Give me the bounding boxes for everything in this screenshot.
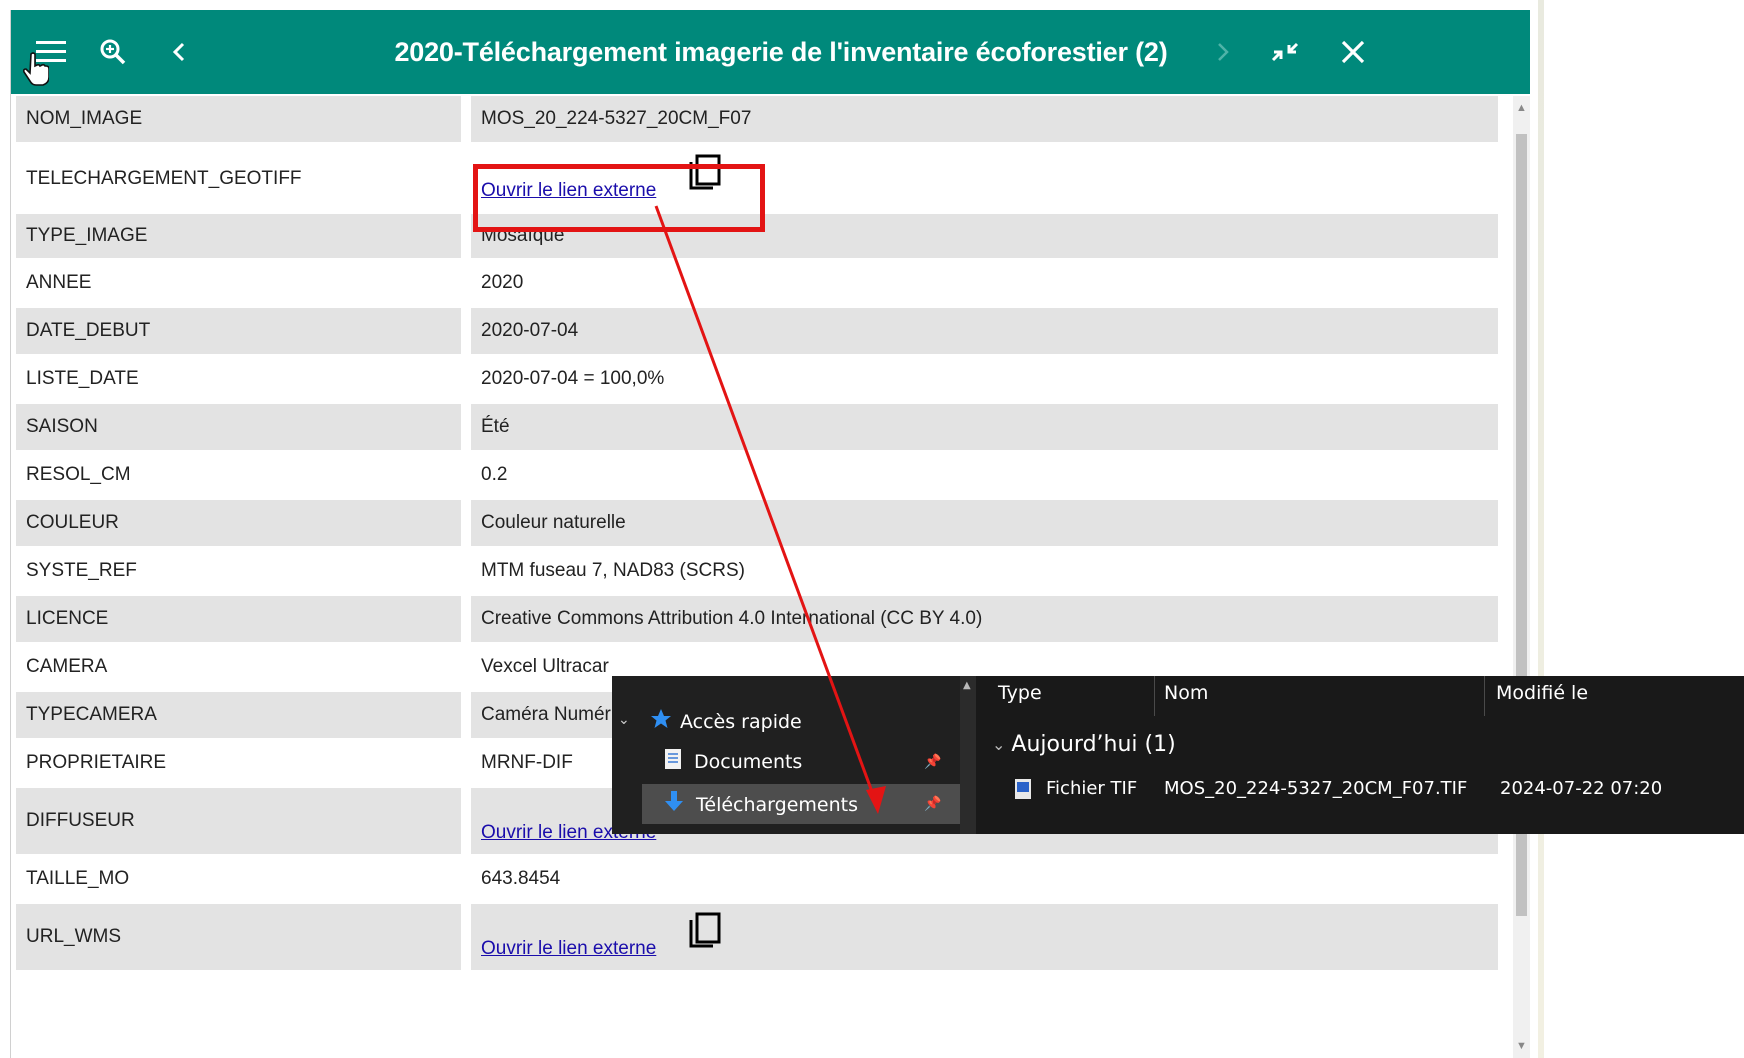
cursor-hand-icon bbox=[22, 52, 50, 91]
attribute-name: DATE_DEBUT bbox=[16, 308, 461, 354]
chevron-down-icon: ⌄ bbox=[992, 735, 1006, 754]
table-row: LICENCE Creative Commons Attribution 4.0… bbox=[16, 596, 1498, 642]
copy-icon[interactable] bbox=[688, 912, 722, 956]
file-modified: 2024-07-22 07:20 bbox=[1500, 778, 1663, 799]
column-modified[interactable]: Modifié le bbox=[1496, 682, 1588, 704]
attribute-value: 2020-07-04 = 100,0% bbox=[471, 356, 1498, 402]
attribute-value: 0.2 bbox=[471, 452, 1498, 498]
attribute-name: TYPECAMERA bbox=[16, 692, 461, 738]
explorer-navigation-pane: ⌄ Accès rapide Documents 📌 Téléchargemen… bbox=[612, 676, 976, 834]
attribute-name: LICENCE bbox=[16, 596, 461, 642]
zoom-icon[interactable] bbox=[93, 32, 133, 72]
attribute-name: RESOL_CM bbox=[16, 452, 461, 498]
table-row: TYPE_IMAGE Mosaïque bbox=[16, 214, 1498, 258]
scroll-up-icon[interactable]: ▲ bbox=[963, 680, 971, 691]
table-row: NOM_IMAGE MOS_20_224-5327_20CM_F07 bbox=[16, 96, 1498, 142]
table-row: TELECHARGEMENT_GEOTIFF Ouvrir le lien ex… bbox=[16, 146, 1498, 212]
attribute-value: Couleur naturelle bbox=[471, 500, 1498, 546]
star-icon bbox=[650, 708, 672, 735]
explorer-file-pane: Type Nom Modifié le ⌄ Aujourd’hui (1) Fi… bbox=[976, 676, 1744, 834]
column-name[interactable]: Nom bbox=[1164, 682, 1208, 704]
pin-icon[interactable]: 📌 bbox=[924, 796, 941, 812]
attribute-name: COULEUR bbox=[16, 500, 461, 546]
nav-downloads-label: Téléchargements bbox=[696, 793, 858, 816]
scroll-up-icon[interactable]: ▲ bbox=[1516, 102, 1527, 114]
attribute-name: CAMERA bbox=[16, 644, 461, 690]
attribute-value: Ouvrir le lien externe bbox=[471, 904, 1498, 970]
tif-file-icon bbox=[1014, 778, 1032, 804]
attribute-value: 643.8454 bbox=[471, 856, 1498, 902]
explorer-nav-scrollbar[interactable]: ▲ bbox=[960, 676, 976, 834]
attribute-name: TAILLE_MO bbox=[16, 856, 461, 902]
table-row: LISTE_DATE 2020-07-04 = 100,0% bbox=[16, 356, 1498, 402]
attribute-name: ANNEE bbox=[16, 260, 461, 306]
attribute-value: Été bbox=[471, 404, 1498, 450]
chevron-down-icon[interactable]: ⌄ bbox=[618, 712, 630, 728]
attribute-value: 2020-07-04 bbox=[471, 308, 1498, 354]
external-link-wms[interactable]: Ouvrir le lien externe bbox=[481, 938, 656, 960]
scroll-down-icon[interactable]: ▼ bbox=[1516, 1040, 1527, 1052]
table-row: SYSTE_REF MTM fuseau 7, NAD83 (SCRS) bbox=[16, 548, 1498, 594]
table-row: SAISON Été bbox=[16, 404, 1498, 450]
attribute-name: NOM_IMAGE bbox=[16, 96, 461, 142]
attribute-name: LISTE_DATE bbox=[16, 356, 461, 402]
column-separator bbox=[1484, 676, 1485, 716]
attribute-value: Mosaïque bbox=[471, 214, 1498, 258]
attribute-value: 2020 bbox=[471, 260, 1498, 306]
nav-documents-label: Documents bbox=[694, 750, 803, 773]
back-icon[interactable] bbox=[159, 32, 199, 72]
table-row: RESOL_CM 0.2 bbox=[16, 452, 1498, 498]
external-link-geotiff[interactable]: Ouvrir le lien externe bbox=[481, 180, 656, 202]
table-row: ANNEE 2020 bbox=[16, 260, 1498, 306]
table-row: COULEUR Couleur naturelle bbox=[16, 500, 1498, 546]
popup-titlebar: 2020-Téléchargement imagerie de l'invent… bbox=[11, 10, 1530, 94]
group-header-today[interactable]: ⌄ Aujourd’hui (1) bbox=[992, 732, 1176, 757]
attribute-value: Creative Commons Attribution 4.0 Interna… bbox=[471, 596, 1498, 642]
nav-quick-access-label: Accès rapide bbox=[680, 710, 802, 733]
attribute-name: TELECHARGEMENT_GEOTIFF bbox=[16, 146, 461, 212]
column-type[interactable]: Type bbox=[998, 682, 1042, 704]
attribute-value: MTM fuseau 7, NAD83 (SCRS) bbox=[471, 548, 1498, 594]
popup-panel: 2020-Téléchargement imagerie de l'invent… bbox=[10, 10, 1530, 1058]
table-row: TAILLE_MO 643.8454 bbox=[16, 856, 1498, 902]
attribute-value: MOS_20_224-5327_20CM_F07 bbox=[471, 96, 1498, 142]
popup-title: 2020-Téléchargement imagerie de l'invent… bbox=[394, 36, 1168, 67]
download-icon bbox=[664, 790, 684, 819]
attribute-name: SAISON bbox=[16, 404, 461, 450]
file-type: Fichier TIF bbox=[1046, 778, 1138, 799]
map-edge bbox=[1538, 0, 1544, 1058]
nav-documents[interactable]: Documents bbox=[664, 748, 802, 775]
attribute-name: DIFFUSEUR bbox=[16, 788, 461, 854]
attribute-name: SYSTE_REF bbox=[16, 548, 461, 594]
group-label: Aujourd’hui (1) bbox=[1011, 732, 1176, 757]
nav-downloads[interactable]: Téléchargements bbox=[664, 790, 858, 819]
column-separator bbox=[1154, 676, 1155, 716]
attribute-name: TYPE_IMAGE bbox=[16, 214, 461, 258]
close-icon[interactable] bbox=[1333, 32, 1373, 72]
collapse-icon[interactable] bbox=[1265, 32, 1305, 72]
attribute-table: NOM_IMAGE MOS_20_224-5327_20CM_F07 TELEC… bbox=[11, 96, 1513, 1058]
forward-icon[interactable] bbox=[1203, 32, 1243, 72]
attribute-name: URL_WMS bbox=[16, 904, 461, 970]
table-row: DATE_DEBUT 2020-07-04 bbox=[16, 308, 1498, 354]
file-row[interactable]: Fichier TIF MOS_20_224-5327_20CM_F07.TIF… bbox=[976, 774, 1744, 810]
attribute-name: PROPRIETAIRE bbox=[16, 740, 461, 786]
pin-icon[interactable]: 📌 bbox=[924, 754, 941, 770]
file-name: MOS_20_224-5327_20CM_F07.TIF bbox=[1164, 778, 1468, 799]
table-row: URL_WMS Ouvrir le lien externe bbox=[16, 904, 1498, 970]
vertical-scrollbar[interactable]: ▲ ▼ bbox=[1513, 96, 1530, 1058]
copy-icon[interactable] bbox=[688, 154, 722, 198]
nav-quick-access[interactable]: Accès rapide bbox=[650, 708, 802, 735]
attribute-value: Ouvrir le lien externe bbox=[471, 146, 1498, 212]
document-icon bbox=[664, 748, 682, 775]
